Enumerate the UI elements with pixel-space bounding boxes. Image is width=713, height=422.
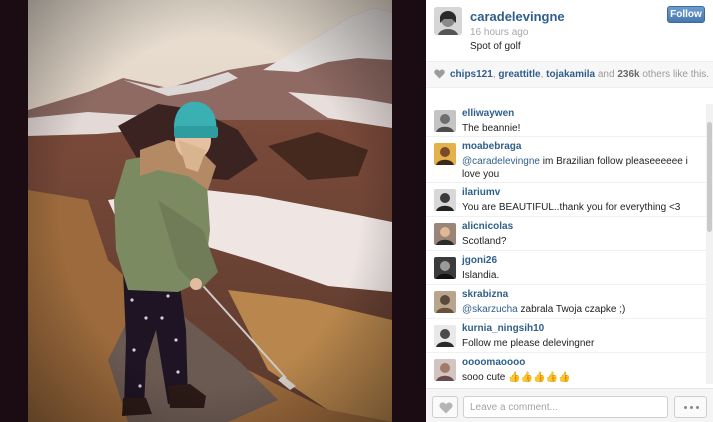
likes-text: chips121, greattitle, tojakamila and 236…: [450, 69, 709, 80]
comment-text: Follow me please delevingner: [462, 338, 595, 349]
follow-button[interactable]: Follow: [667, 6, 705, 23]
commenter-username[interactable]: kurnia_ningsih10: [462, 323, 544, 334]
divider: [426, 352, 706, 353]
comment-text: sooo cute 👍👍👍👍👍: [462, 372, 571, 383]
more-options-button[interactable]: [674, 396, 707, 418]
divider: [426, 250, 706, 251]
commenter-avatar[interactable]: [434, 143, 456, 165]
ellipsis-icon: [684, 406, 687, 409]
post-header: caradelevingne 16 hours ago Spot of golf…: [426, 0, 713, 62]
heart-icon: [439, 402, 453, 414]
comment-text: @skarzucha zabrala Twoja czapke ;): [462, 303, 700, 316]
comments-scrollbar[interactable]: [706, 104, 713, 384]
commenter-username[interactable]: moabebraga: [462, 141, 521, 152]
commenter-username[interactable]: elliwaywen: [462, 108, 514, 119]
likes-suffix: others like this.: [639, 69, 710, 80]
ellipsis-icon: [690, 406, 693, 409]
ellipsis-icon: [696, 406, 699, 409]
post-caption: Spot of golf: [470, 41, 521, 52]
commenter-username[interactable]: oooomaoooo: [462, 357, 525, 368]
commenter-username[interactable]: jgoni26: [462, 255, 497, 266]
commenter-avatar[interactable]: [434, 189, 456, 211]
divider: [426, 318, 706, 319]
commenter-avatar[interactable]: [434, 325, 456, 347]
post-details-panel: caradelevingne 16 hours ago Spot of golf…: [426, 0, 713, 422]
mention-link[interactable]: @caradelevingne: [462, 156, 540, 167]
comment-text: You are BEAUTIFUL..thank you for everyth…: [462, 202, 681, 213]
commenter-username[interactable]: alicnicolas: [462, 221, 513, 232]
post-photo[interactable]: [28, 0, 392, 422]
author-avatar[interactable]: [434, 7, 462, 35]
commenter-avatar[interactable]: [434, 110, 456, 132]
likes-and: and: [595, 69, 618, 80]
divider: [426, 136, 706, 137]
commenter-avatar[interactable]: [434, 291, 456, 313]
post-timestamp[interactable]: 16 hours ago: [470, 27, 528, 38]
author-username[interactable]: caradelevingne: [470, 9, 565, 24]
comment-body: zabrala Twoja czapke ;): [517, 304, 626, 315]
comment-text: The beannie!: [462, 123, 521, 134]
photo-pane: [0, 0, 426, 422]
commenter-avatar[interactable]: [434, 223, 456, 245]
comment-input[interactable]: [463, 396, 668, 418]
commenter-username[interactable]: ilariumv: [462, 187, 500, 198]
comments-list: elliwaywen The beannie! moabebraga @cara…: [426, 104, 713, 384]
commenter-avatar[interactable]: [434, 359, 456, 381]
liker-link[interactable]: greattitle: [498, 69, 540, 80]
divider: [426, 216, 706, 217]
mention-link[interactable]: @skarzucha: [462, 304, 518, 315]
comment-text: Islandia.: [462, 270, 500, 281]
likes-summary: chips121, greattitle, tojakamila and 236…: [426, 62, 713, 88]
scrollbar-thumb[interactable]: [707, 122, 712, 232]
commenter-username[interactable]: skrabizna: [462, 289, 508, 300]
like-button[interactable]: [432, 396, 458, 418]
liker-link[interactable]: chips121: [450, 69, 493, 80]
liker-link[interactable]: tojakamila: [546, 69, 595, 80]
comment-text: Scotland?: [462, 236, 507, 247]
comment-composer: [426, 388, 713, 422]
comment-text: @caradelevingne im Brazilian follow plea…: [462, 155, 700, 181]
divider: [426, 284, 706, 285]
commenter-avatar[interactable]: [434, 257, 456, 279]
heart-small-icon: [434, 69, 445, 79]
divider: [426, 182, 706, 183]
likes-count[interactable]: 236k: [617, 69, 639, 80]
